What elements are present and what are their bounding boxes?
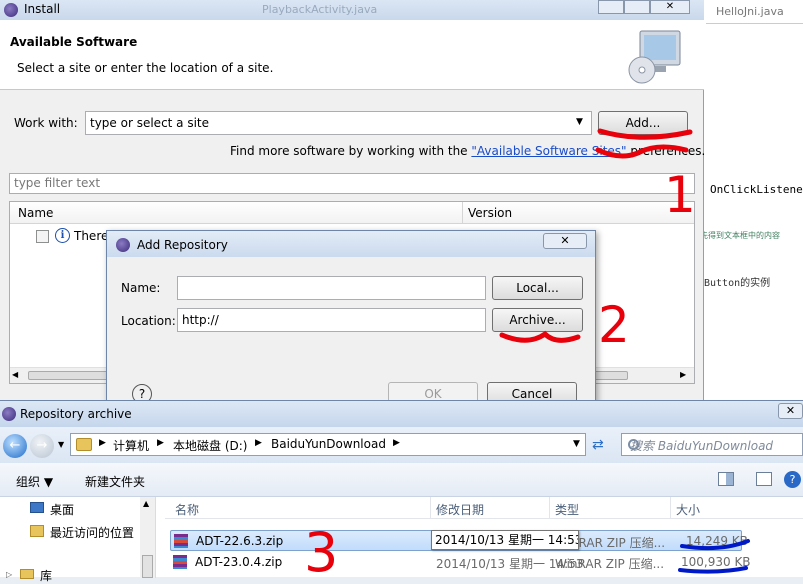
annotation-number-3: 3 xyxy=(304,521,338,584)
annotation-number-2: 2 xyxy=(598,296,630,354)
annotation-squiggle-archive xyxy=(499,330,581,343)
annotation-underline-size2 xyxy=(678,566,748,574)
annotation-squiggle-link xyxy=(595,144,689,159)
annotation-layer: 1 2 3 xyxy=(304,128,750,584)
annotation-underline-add xyxy=(597,128,693,140)
annotation-underline-size1 xyxy=(680,539,750,551)
annotation-number-1: 1 xyxy=(664,166,696,224)
